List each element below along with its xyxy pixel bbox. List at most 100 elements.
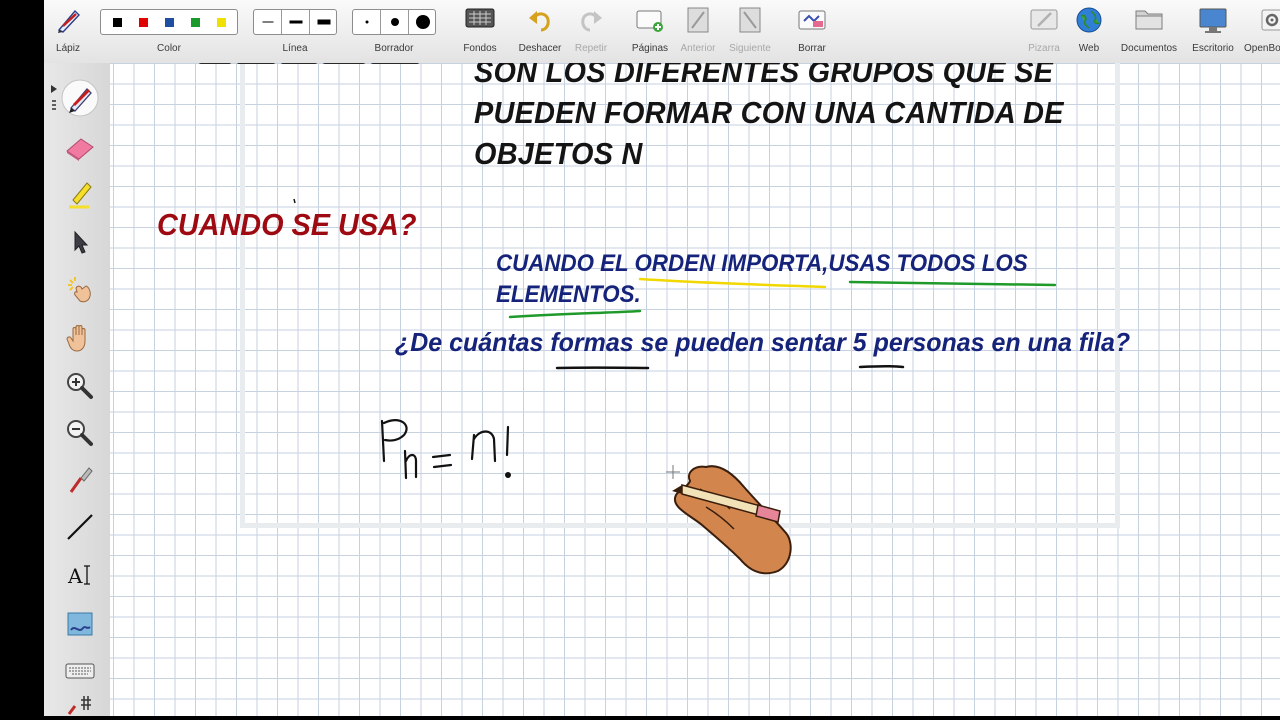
color-swatch-blue[interactable] [165, 18, 174, 27]
color-swatch-green[interactable] [191, 18, 200, 27]
color-swatch-black[interactable] [113, 18, 122, 27]
underline-green-2 [508, 309, 642, 319]
pencil-tool-button[interactable]: Lápiz [44, 0, 92, 63]
text-icon: A [67, 564, 90, 588]
desktop-label: Escritorio [1192, 43, 1234, 54]
line-medium-button[interactable] [281, 10, 310, 34]
next-page-button[interactable]: Siguiente [724, 0, 776, 63]
keyboard-icon [65, 663, 95, 679]
selector-tool-button[interactable] [57, 222, 103, 262]
eraser-icon [66, 138, 94, 161]
pointer-icon [74, 230, 89, 254]
redo-icon [581, 11, 602, 32]
eraser-medium-button[interactable] [380, 10, 409, 34]
redo-label: Repetir [574, 43, 608, 54]
web-label: Web [1078, 43, 1100, 54]
underline-yellow [638, 277, 827, 289]
eraser-label: Borrador [374, 43, 414, 54]
add-page-icon [636, 10, 663, 32]
line-icon [67, 514, 93, 540]
pen-tool-button[interactable] [57, 78, 103, 118]
previous-page-icon [687, 7, 709, 33]
undo-label: Deshacer [518, 43, 562, 54]
zoom-in-button[interactable] [57, 366, 103, 406]
line-width-picker[interactable]: Línea [253, 0, 337, 63]
more-icon [67, 696, 91, 715]
next-page-icon [739, 7, 761, 33]
settings-gear-icon [1261, 9, 1280, 31]
screenshot-icon [67, 612, 93, 636]
color-label: Color [157, 43, 181, 54]
handwritten-formula [380, 419, 510, 480]
ink-annotations [293, 198, 1057, 575]
color-picker[interactable]: Color [100, 0, 238, 63]
underline-five [858, 365, 905, 369]
monitor-icon [1199, 8, 1227, 33]
more-tools-button[interactable] [57, 691, 103, 716]
clear-page-button[interactable]: Borrar [790, 0, 834, 63]
line-width-options [253, 9, 337, 35]
color-swatch-yellow[interactable] [217, 18, 226, 27]
capture-tool-button[interactable] [57, 460, 103, 500]
zoom-out-icon [67, 420, 93, 446]
eraser-size-options [352, 9, 436, 35]
redo-button[interactable]: Repetir [570, 0, 612, 63]
previous-label: Anterior [680, 43, 716, 54]
cursor-crosshair [666, 465, 680, 479]
whiteboard-icon [1030, 9, 1058, 30]
openboard-window: Lápiz Color Línea Borrador Fondos Deshac… [44, 0, 1280, 716]
capture-icon [69, 467, 93, 493]
line-thin-button[interactable] [254, 10, 281, 34]
highlighter-tool-button[interactable] [57, 174, 103, 214]
main-toolbar: Lápiz Color Línea Borrador Fondos Deshac… [44, 0, 1280, 64]
laser-pointer-button[interactable] [57, 270, 103, 310]
hand-icon [66, 325, 86, 352]
previous-page-button[interactable]: Anterior [676, 0, 720, 63]
pencil-label: Lápiz [56, 43, 80, 54]
backgrounds-icon [465, 8, 495, 28]
clear-page-icon [798, 10, 826, 30]
documents-label: Documentos [1120, 43, 1178, 54]
laser-pointer-icon [68, 277, 91, 303]
eraser-size-picker[interactable]: Borrador [352, 0, 436, 63]
undo-icon [529, 11, 550, 32]
color-swatches [100, 9, 238, 35]
zoom-in-icon [67, 373, 93, 399]
left-tool-panel: A [44, 63, 111, 716]
eraser-small-button[interactable] [353, 10, 380, 34]
svg-text:A: A [67, 564, 83, 588]
whiteboard-label: Pizarra [1028, 43, 1060, 54]
pages-button[interactable]: Páginas [628, 0, 672, 63]
zoom-out-button[interactable] [57, 413, 103, 453]
screenshot-tool-button[interactable] [57, 605, 103, 645]
text-tool-button[interactable]: A [57, 555, 103, 595]
globe-icon [1076, 7, 1102, 33]
line-thick-button[interactable] [309, 10, 337, 34]
web-button[interactable]: Web [1070, 0, 1108, 63]
pencil-icon [57, 9, 80, 33]
virtual-keyboard-button[interactable] [57, 651, 103, 691]
backgrounds-button[interactable]: Fondos [457, 0, 503, 63]
pages-label: Páginas [631, 43, 669, 54]
whiteboard-canvas[interactable]: SON LOS DIFERENTES GRUPOS QUE SE PUEDEN … [110, 63, 1280, 716]
color-swatch-red[interactable] [139, 18, 148, 27]
openboard-menu-button[interactable]: OpenBoard [1242, 0, 1280, 63]
hand-tool-button[interactable] [57, 318, 103, 358]
underline-green-1 [848, 280, 1057, 287]
eraser-tool-button[interactable] [57, 128, 103, 168]
undo-button[interactable]: Deshacer [515, 0, 565, 63]
line-tool-button[interactable] [57, 507, 103, 547]
clear-label: Borrar [798, 43, 826, 54]
eraser-large-button[interactable] [408, 10, 436, 34]
whiteboard-button[interactable]: Pizarra [1022, 0, 1066, 63]
line-label: Línea [282, 43, 308, 54]
next-label: Siguiente [729, 43, 771, 54]
backgrounds-label: Fondos [463, 43, 497, 54]
drawing-hand-cursor [672, 465, 792, 575]
highlighter-icon [69, 182, 92, 209]
desktop-button[interactable]: Escritorio [1188, 0, 1238, 63]
openboard-label: OpenBoard [1244, 43, 1280, 54]
pen-icon [61, 79, 99, 117]
folder-icon [1135, 10, 1163, 30]
documents-button[interactable]: Documentos [1116, 0, 1182, 63]
